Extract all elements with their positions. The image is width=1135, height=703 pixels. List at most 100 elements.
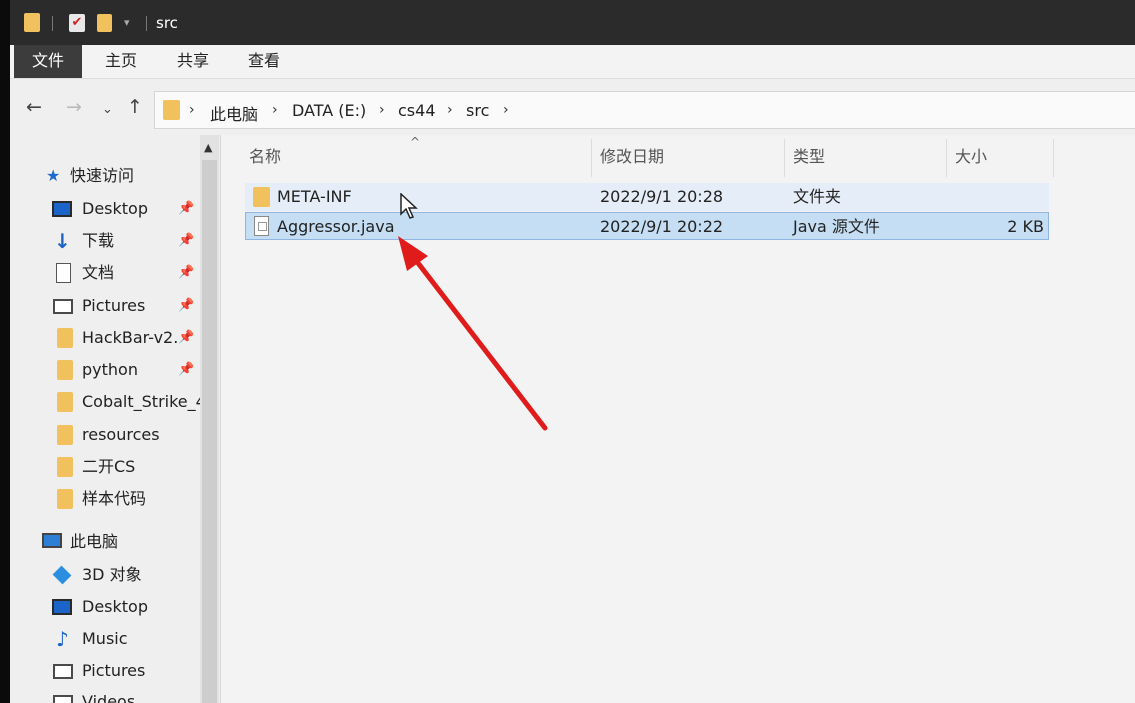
chevron-right-icon[interactable]: ›: [379, 102, 385, 118]
sidebar-item-label: 二开CS: [82, 457, 136, 476]
tab-share[interactable]: 共享: [168, 45, 218, 78]
breadcrumb-src[interactable]: src: [466, 101, 489, 120]
separator: [146, 16, 147, 31]
chevron-right-icon[interactable]: ›: [503, 102, 509, 118]
scrollbar-thumb[interactable]: [202, 160, 217, 703]
folder-icon: [163, 100, 180, 120]
customize-toolbar-icon[interactable]: ▾: [124, 16, 130, 29]
navigation-pane: ★ 快速访问 Desktop 📌 ↓ 下载 📌 文档 📌 Pictures 📌 …: [10, 135, 220, 703]
back-arrow-icon[interactable]: ←: [26, 97, 42, 117]
window-title: src: [156, 14, 178, 32]
pin-icon: 📌: [178, 201, 195, 216]
sidebar-item-label: 快速访问: [70, 166, 135, 185]
file-size: 2 KB: [1007, 217, 1044, 236]
sidebar-this-pc[interactable]: 此电脑: [10, 528, 200, 556]
videos-icon: [53, 695, 73, 703]
file-type: 文件夹: [793, 187, 842, 206]
title-bar: ✔ ▾ src: [10, 0, 1135, 45]
sidebar-item-label: Videos: [82, 692, 136, 703]
sidebar-item-label: 3D 对象: [82, 565, 142, 584]
ribbon-tabs: 文件 主页 共享 查看: [10, 45, 1135, 79]
new-folder-icon[interactable]: [97, 14, 112, 32]
sidebar-item-label: python: [82, 360, 138, 379]
sidebar-item-pictures-pc[interactable]: Pictures: [10, 657, 200, 685]
folder-icon: [57, 392, 73, 412]
file-date: 2022/9/1 20:22: [600, 217, 724, 236]
sidebar-item-desktop-pc[interactable]: Desktop: [10, 593, 200, 621]
tab-home[interactable]: 主页: [96, 45, 146, 78]
properties-icon[interactable]: ✔: [69, 14, 85, 32]
folder-icon: [57, 425, 73, 445]
sidebar-item-music[interactable]: ♪ Music: [10, 625, 200, 653]
sidebar-item-sample-code[interactable]: 样本代码: [10, 485, 200, 513]
file-date: 2022/9/1 20:28: [600, 187, 724, 206]
sort-ascending-icon: ^: [410, 135, 421, 149]
column-header-size[interactable]: 大小: [955, 135, 987, 179]
breadcrumb-cs44[interactable]: cs44: [398, 101, 436, 120]
tab-file[interactable]: 文件: [14, 45, 82, 78]
sidebar-item-ercs[interactable]: 二开CS: [10, 453, 200, 481]
column-separator[interactable]: [946, 139, 947, 177]
breadcrumb-this-pc[interactable]: 此电脑: [210, 101, 258, 125]
desktop-icon: [52, 201, 72, 217]
sidebar-item-hackbar[interactable]: HackBar-v2. 📌: [10, 324, 200, 352]
sidebar-item-videos[interactable]: Videos: [10, 688, 200, 703]
document-icon: [56, 263, 71, 283]
folder-icon: [253, 187, 270, 207]
file-type: Java 源文件: [793, 217, 880, 236]
sidebar-item-label: Desktop: [82, 597, 148, 616]
address-bar[interactable]: › 此电脑 › DATA (E:) › cs44 › src ›: [154, 91, 1135, 129]
java-file-icon: [254, 216, 269, 236]
sidebar-item-label: Music: [82, 629, 128, 648]
separator: [52, 16, 53, 31]
explorer-window: ✔ ▾ src 文件 主页 共享 查看 ← → ⌄ ↑ › 此电脑 › DATA…: [10, 0, 1135, 703]
sidebar-item-label: 样本代码: [82, 489, 147, 508]
computer-icon: [42, 533, 62, 548]
sidebar-item-desktop[interactable]: Desktop 📌: [10, 195, 200, 223]
chevron-right-icon[interactable]: ›: [189, 102, 195, 118]
folder-icon: [24, 13, 40, 32]
sidebar-item-cobalt-strike[interactable]: Cobalt_Strike_4: [10, 388, 200, 416]
forward-arrow-icon[interactable]: →: [66, 97, 82, 117]
recent-locations-chevron-icon[interactable]: ⌄: [102, 100, 113, 120]
sidebar-item-3d-objects[interactable]: 3D 对象: [10, 561, 200, 589]
file-row-meta-inf[interactable]: META-INF 2022/9/1 20:28 文件夹: [245, 183, 1049, 211]
sidebar-item-downloads[interactable]: ↓ 下载 📌: [10, 227, 200, 255]
chevron-right-icon[interactable]: ›: [272, 102, 278, 118]
column-separator[interactable]: [1053, 139, 1054, 177]
pictures-icon: [53, 299, 73, 314]
chevron-right-icon[interactable]: ›: [447, 102, 453, 118]
up-arrow-icon[interactable]: ↑: [127, 97, 143, 117]
sidebar-item-label: Desktop: [82, 199, 148, 218]
sidebar-item-resources[interactable]: resources: [10, 421, 200, 449]
file-list: ^ 名称 修改日期 类型 大小 META-INF 2022/9/1 20:28 …: [221, 135, 1135, 703]
breadcrumb-data-drive[interactable]: DATA (E:): [292, 101, 366, 120]
column-separator[interactable]: [784, 139, 785, 177]
sidebar-item-label: Cobalt_Strike_4: [82, 392, 200, 411]
3d-objects-icon: [52, 565, 72, 585]
tab-view[interactable]: 查看: [239, 45, 289, 78]
sidebar-item-documents[interactable]: 文档 📌: [10, 259, 200, 287]
sidebar-scrollbar[interactable]: ▲: [200, 135, 219, 703]
column-header-type[interactable]: 类型: [793, 135, 825, 179]
music-icon: ♪: [56, 627, 69, 651]
folder-icon: [57, 328, 73, 348]
column-header-name[interactable]: 名称: [249, 135, 281, 179]
mouse-cursor-icon: [400, 193, 418, 219]
sidebar-item-label: resources: [82, 425, 160, 444]
pin-icon: 📌: [178, 265, 195, 280]
column-separator[interactable]: [591, 139, 592, 177]
pin-icon: 📌: [178, 298, 195, 313]
file-row-aggressor-java[interactable]: Aggressor.java 2022/9/1 20:22 Java 源文件 2…: [245, 212, 1049, 240]
sidebar-item-label: 此电脑: [70, 532, 119, 551]
folder-icon: [57, 457, 73, 477]
pictures-icon: [53, 664, 73, 679]
navigation-bar: ← → ⌄ ↑ › 此电脑 › DATA (E:) › cs44 › src ›: [10, 79, 1135, 135]
sidebar-item-pictures[interactable]: Pictures 📌: [10, 292, 200, 320]
sidebar-item-python[interactable]: python 📌: [10, 356, 200, 384]
scroll-up-icon[interactable]: ▲: [204, 141, 212, 154]
sidebar-quick-access[interactable]: ★ 快速访问: [10, 162, 200, 190]
column-header-date[interactable]: 修改日期: [600, 135, 664, 179]
file-name: META-INF: [277, 187, 352, 206]
sidebar-item-label: 文档: [82, 263, 115, 282]
